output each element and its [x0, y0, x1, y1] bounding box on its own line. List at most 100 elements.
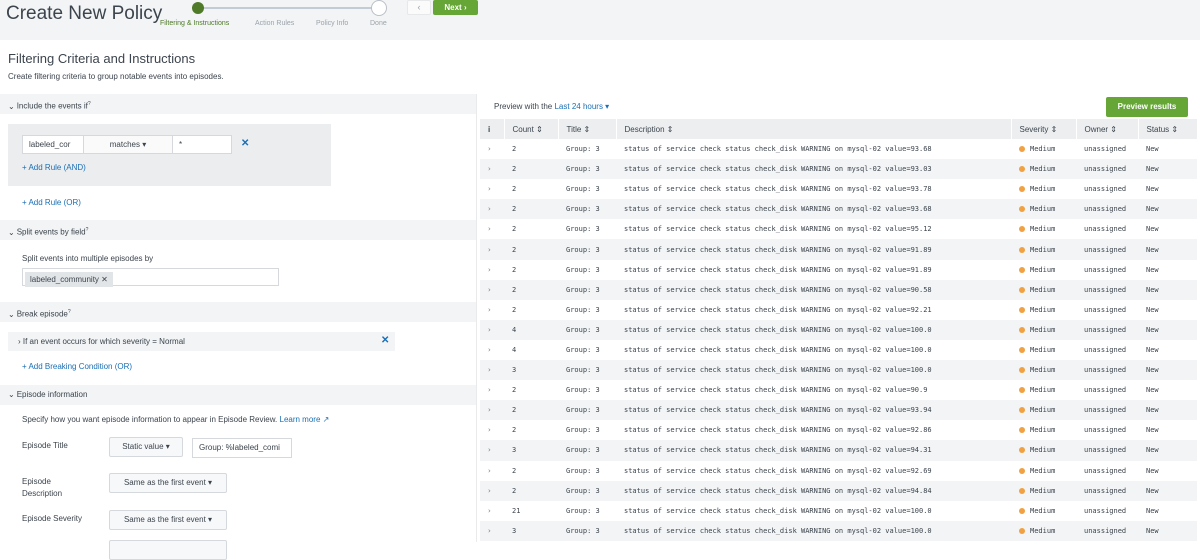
help-icon[interactable]: ? — [88, 101, 91, 107]
table-row[interactable]: › 2 Group: 3 status of service check status… — [480, 139, 1197, 159]
preview-results-button[interactable]: Preview results — [1106, 97, 1188, 117]
cell-severity: Medium — [1011, 139, 1076, 159]
episode-description-label: Episode Description — [22, 477, 63, 498]
add-breaking-condition-link[interactable]: + Add Breaking Condition (OR) — [22, 362, 132, 371]
expand-row-icon[interactable]: › — [480, 501, 504, 521]
table-row[interactable]: › 3 Group: 3 status of service check status… — [480, 520, 1197, 541]
table-row[interactable]: › 2 Group: 3 status of service check status… — [480, 159, 1197, 180]
table-row[interactable]: › 21 Group: 3 status of service check statu… — [480, 501, 1197, 521]
table-row[interactable]: › 4 Group: 3 status of service check status… — [480, 319, 1197, 340]
remove-rule-icon[interactable]: ✕ — [241, 138, 249, 149]
table-row[interactable]: › 2 Group: 3 status of service check status… — [480, 239, 1197, 260]
expand-row-icon[interactable]: › — [480, 239, 504, 260]
table-row[interactable]: › 2 Group: 3 status of service check status… — [480, 260, 1197, 280]
episode-next-select[interactable] — [109, 540, 227, 560]
expand-row-icon[interactable]: › — [480, 139, 504, 159]
cell-count: 3 — [504, 520, 558, 541]
expand-row-icon[interactable]: › — [480, 199, 504, 220]
expand-row-icon[interactable]: › — [480, 179, 504, 199]
cell-status: New — [1138, 480, 1197, 501]
step-filtering: Filtering & Instructions — [160, 20, 230, 27]
table-row[interactable]: › 2 Group: 3 status of service check status… — [480, 179, 1197, 199]
severity-dot-icon — [1019, 407, 1025, 414]
include-events-header[interactable]: ⌄ Include the events if? — [0, 94, 476, 114]
col-severity[interactable]: Severity ⇕ — [1011, 119, 1077, 139]
cell-description: status of service check status check_dis… — [624, 466, 932, 475]
episode-severity-select[interactable]: Same as the first event ▾ — [109, 510, 227, 530]
rule-value-input[interactable]: * — [172, 135, 232, 154]
expand-row-icon[interactable]: › — [480, 380, 504, 400]
cell-status: New — [1146, 345, 1159, 354]
episode-description-select[interactable]: Same as the first event ▾ — [109, 473, 227, 493]
cell-title: Group: 3 — [558, 400, 616, 421]
cell-description: status of service check status check_dis… — [624, 225, 932, 234]
table-row[interactable]: › 2 Group: 3 status of service check status… — [480, 199, 1197, 220]
remove-condition-icon[interactable]: ✕ — [381, 335, 389, 346]
table-row[interactable]: › 2 Group: 3 status of service check status… — [480, 300, 1197, 320]
table-row[interactable]: › 4 Group: 3 status of service check status… — [480, 340, 1197, 360]
break-episode-header[interactable]: ⌄ Break episode? — [0, 302, 476, 322]
table-row[interactable]: › 2 Group: 3 status of service check status… — [480, 279, 1197, 300]
cell-severity: Medium — [1011, 300, 1076, 320]
table-row[interactable]: › 2 Group: 3 status of service check status… — [480, 461, 1197, 481]
table-row[interactable]: › 2 Group: 3 status of service check status… — [480, 219, 1197, 239]
table-row[interactable]: › 2 Group: 3 status of service check status… — [480, 380, 1197, 400]
col-status[interactable]: Status ⇕ — [1138, 119, 1198, 139]
add-rule-and-link[interactable]: + Add Rule (AND) — [22, 163, 86, 172]
episode-title-mode-select[interactable]: Static value ▾ — [109, 437, 183, 457]
cell-owner: unassigned — [1084, 185, 1127, 194]
split-field-tag[interactable]: labeled_community ✕ — [25, 272, 113, 287]
expand-row-icon[interactable]: › — [480, 340, 504, 360]
rule-operator-select[interactable]: matches ▾ — [83, 135, 173, 154]
expand-row-icon[interactable]: › — [480, 461, 504, 481]
expand-row-icon[interactable]: › — [480, 159, 504, 180]
episode-title-input[interactable]: Group: %labeled_comi — [192, 438, 292, 458]
expand-row-icon[interactable]: › — [480, 440, 504, 461]
cell-owner: unassigned — [1084, 426, 1127, 435]
cell-description: status of service check status check_dis… — [624, 386, 928, 395]
expand-row-icon[interactable]: › — [480, 360, 504, 381]
expand-row-icon[interactable]: › — [480, 300, 504, 320]
cell-count: 2 — [504, 279, 558, 300]
col-title[interactable]: Title ⇕ — [558, 119, 617, 139]
step-action-rules: Action Rules — [255, 20, 295, 27]
expand-row-icon[interactable]: › — [480, 420, 504, 440]
expand-row-icon[interactable]: › — [480, 480, 504, 501]
back-button[interactable]: ‹ — [407, 0, 431, 15]
episode-info-header[interactable]: ⌄ Episode information — [0, 385, 476, 405]
expand-row-icon[interactable]: › — [480, 279, 504, 300]
table-row[interactable]: › 2 Group: 3 status of service check status… — [480, 420, 1197, 440]
next-button[interactable]: Next › — [433, 0, 478, 15]
cell-title: Group: 3 — [558, 440, 616, 461]
rule-field-input[interactable]: labeled_cor — [22, 135, 84, 154]
table-row[interactable]: › 3 Group: 3 status of service check status… — [480, 360, 1197, 381]
cell-owner: unassigned — [1084, 386, 1127, 395]
cell-status: New — [1138, 239, 1197, 260]
table-row[interactable]: › 2 Group: 3 status of service check status… — [480, 400, 1197, 421]
expand-row-icon[interactable]: › — [480, 319, 504, 340]
cell-status: New — [1146, 386, 1159, 395]
expand-row-icon[interactable]: › — [480, 400, 504, 421]
break-condition-row[interactable]: › If an event occurs for which severity … — [8, 332, 395, 351]
expand-row-icon[interactable]: › — [480, 260, 504, 280]
severity-dot-icon — [1019, 447, 1025, 454]
col-description[interactable]: Description ⇕ — [616, 119, 1012, 139]
help-icon[interactable]: ? — [86, 227, 89, 233]
cell-description: status of service check status check_dis… — [624, 305, 932, 314]
expand-row-icon[interactable]: › — [480, 520, 504, 541]
cell-owner: unassigned — [1084, 225, 1127, 234]
cell-severity: Medium — [1011, 159, 1076, 180]
table-row[interactable]: › 2 Group: 3 status of service check status… — [480, 480, 1197, 501]
table-row[interactable]: › 3 Group: 3 status of service check status… — [480, 440, 1197, 461]
cell-title: Group: 3 — [558, 279, 616, 300]
cell-owner: unassigned — [1076, 159, 1138, 180]
expand-row-icon[interactable]: › — [480, 219, 504, 239]
split-events-header[interactable]: ⌄ Split events by field? — [0, 220, 476, 240]
help-icon[interactable]: ? — [68, 309, 71, 315]
severity-dot-icon — [1019, 346, 1025, 353]
add-rule-or-link[interactable]: + Add Rule (OR) — [22, 198, 81, 207]
learn-more-link[interactable]: Learn more ↗ — [280, 415, 330, 424]
time-range-picker[interactable]: Last 24 hours ▾ — [554, 102, 609, 111]
col-owner[interactable]: Owner ⇕ — [1076, 119, 1139, 139]
col-count[interactable]: Count ⇕ — [504, 119, 559, 139]
